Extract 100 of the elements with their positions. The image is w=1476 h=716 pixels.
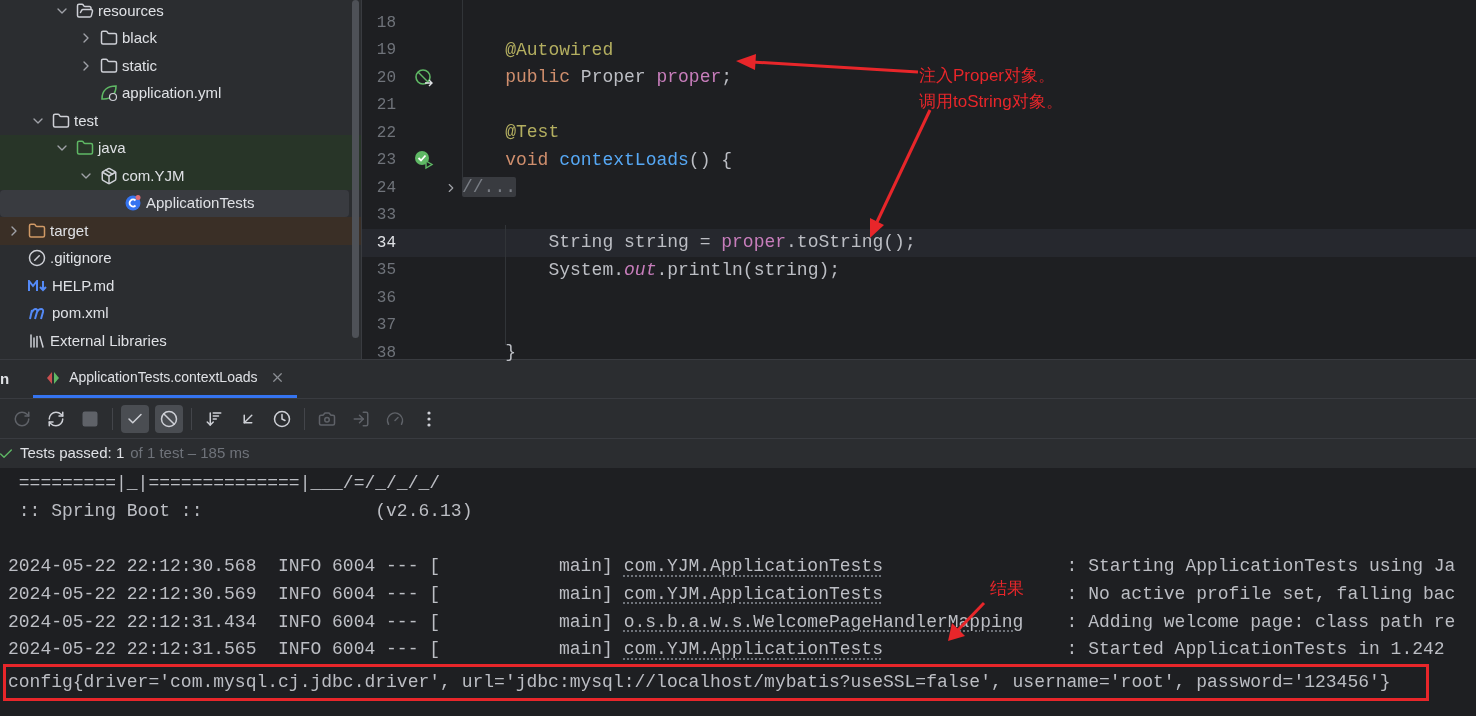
log-prefix: 2024-05-22 22:12:30.569 INFO 6004 --- [ main] [8, 583, 613, 607]
library-icon [28, 331, 46, 350]
tree-item[interactable]: black [0, 24, 361, 52]
console-output: config{driver='com.mysql.cj.jdbc.driver', url='jdbc:mysql://localhost/mybatis?useSSL=false', username='root', password='123456'} [8, 670, 1391, 694]
line-number: 36 [375, 287, 396, 309]
tree-item-label: black [122, 28, 158, 48]
tree-item[interactable]: static [0, 52, 361, 80]
show-passed-toggle[interactable] [121, 404, 149, 433]
sort-icon [205, 409, 223, 428]
code-token: proper [656, 67, 722, 88]
tree-item-label: static [122, 55, 157, 76]
tree-item[interactable]: java [0, 134, 361, 162]
clock-icon [273, 409, 291, 428]
tree-item-label: pom.xml [52, 303, 109, 323]
stop-icon [81, 409, 99, 428]
annotation-text: 调用toString对象。 [919, 91, 1063, 113]
line-number: 34 [375, 232, 396, 254]
log-prefix: 2024-05-22 22:12:31.565 INFO 6004 --- [ main] [8, 638, 613, 662]
code-token: } [504, 342, 516, 363]
tool-window-label[interactable]: n [0, 367, 10, 391]
tree-item[interactable]: test [0, 107, 361, 135]
tree-item[interactable]: application.yml [0, 79, 361, 107]
tree-item-label: .gitignore [50, 248, 112, 268]
logger-link[interactable]: com.YJM.ApplicationTests [623, 584, 883, 605]
code-token: .toString(); [786, 232, 916, 253]
tree-item-label: target [50, 220, 89, 241]
folder-icon [76, 139, 94, 158]
log-prefix: 2024-05-22 22:12:30.568 INFO 6004 --- [ main] [8, 555, 613, 579]
line-number: 33 [375, 205, 396, 227]
code-token: System. [547, 259, 625, 280]
code-token: .println(string); [656, 259, 841, 280]
code-token: public [504, 67, 572, 88]
tree-item[interactable]: HELP.md [0, 272, 361, 300]
tree-item[interactable]: com.YJM [0, 162, 361, 190]
code-token: out [624, 259, 657, 280]
line-number: 24 [375, 177, 396, 199]
line-number: 21 [375, 95, 396, 117]
log-message: : Starting ApplicationTests using Ja [1066, 555, 1456, 579]
tree-item-label: application.yml [122, 83, 222, 103]
code-token: () { [688, 149, 733, 170]
code-token: String string = [547, 232, 712, 253]
run-tab-label: ApplicationTests.contextLoads [69, 368, 258, 387]
tree-item-label: com.YJM [122, 165, 185, 186]
bean-navigation-icon[interactable] [414, 67, 434, 88]
ignore-icon [28, 249, 46, 268]
tree-item-label: resources [98, 0, 164, 21]
folder-icon [76, 1, 94, 20]
test-duration-text: of 1 test – 185 ms [130, 443, 250, 464]
line-number: 37 [375, 315, 396, 337]
folder-icon [100, 56, 118, 75]
tree-item[interactable]: resources [0, 0, 361, 25]
console-line: =========|_|==============|___/=/_/_/_/ [17, 472, 441, 496]
folder-icon [52, 111, 70, 130]
more-icon [427, 410, 431, 427]
log-message: : Adding welcome page: class path re [1066, 610, 1456, 634]
login-icon [352, 409, 370, 428]
line-number: 20 [375, 67, 396, 89]
annotation-text: 注入Proper对象。 [919, 65, 1057, 87]
logger-link[interactable]: com.YJM.ApplicationTests [623, 639, 883, 660]
ban-icon [160, 409, 178, 428]
folder-icon [100, 29, 118, 48]
rerun-icon [13, 409, 31, 428]
code-token: ; [721, 67, 733, 88]
code-token: contextLoads [559, 149, 689, 170]
tree-item[interactable]: ApplicationTests [0, 189, 349, 217]
logger-link[interactable]: com.YJM.ApplicationTests [623, 556, 883, 577]
line-number: 38 [375, 342, 396, 364]
code-token: void [504, 149, 550, 170]
line-number: 19 [375, 40, 396, 62]
tree-item[interactable]: External Libraries [0, 327, 361, 355]
line-number: 35 [375, 260, 396, 282]
tree-item[interactable]: .gitignore [0, 244, 361, 272]
package-icon [100, 166, 118, 185]
line-number: 22 [375, 122, 396, 144]
annotation-text: 结果 [990, 578, 1024, 600]
leaf-icon [100, 84, 118, 103]
tree-item-label: test [74, 110, 99, 131]
class-icon [124, 194, 142, 213]
log-prefix: 2024-05-22 22:12:31.434 INFO 6004 --- [ main] [8, 610, 613, 634]
test-passed-icon[interactable] [414, 150, 434, 171]
folder-icon [28, 221, 46, 240]
markdown-icon [28, 279, 48, 292]
tree-item-label: ApplicationTests [146, 193, 255, 213]
tree-item-label: java [98, 138, 126, 158]
code-token: @Test [504, 122, 560, 143]
gauge-icon [386, 409, 404, 428]
show-ignored-toggle[interactable] [155, 404, 183, 433]
code-token: @Autowired [504, 39, 614, 60]
console-line: :: Spring Boot :: (v2.6.13) [17, 500, 473, 524]
scrollbar[interactable] [352, 0, 359, 338]
log-message: : No active profile set, falling bac [1066, 583, 1456, 607]
line-number: 18 [375, 12, 396, 34]
tree-item[interactable]: target [0, 217, 361, 245]
code-token: proper [721, 232, 787, 253]
tree-item[interactable]: pom.xml [0, 299, 361, 327]
rerun-failed-icon [47, 409, 65, 428]
code-token: Proper [580, 67, 647, 88]
camera-icon [318, 409, 336, 428]
line-number: 23 [375, 150, 396, 172]
tests-passed-text: Tests passed: 1 [20, 443, 125, 464]
